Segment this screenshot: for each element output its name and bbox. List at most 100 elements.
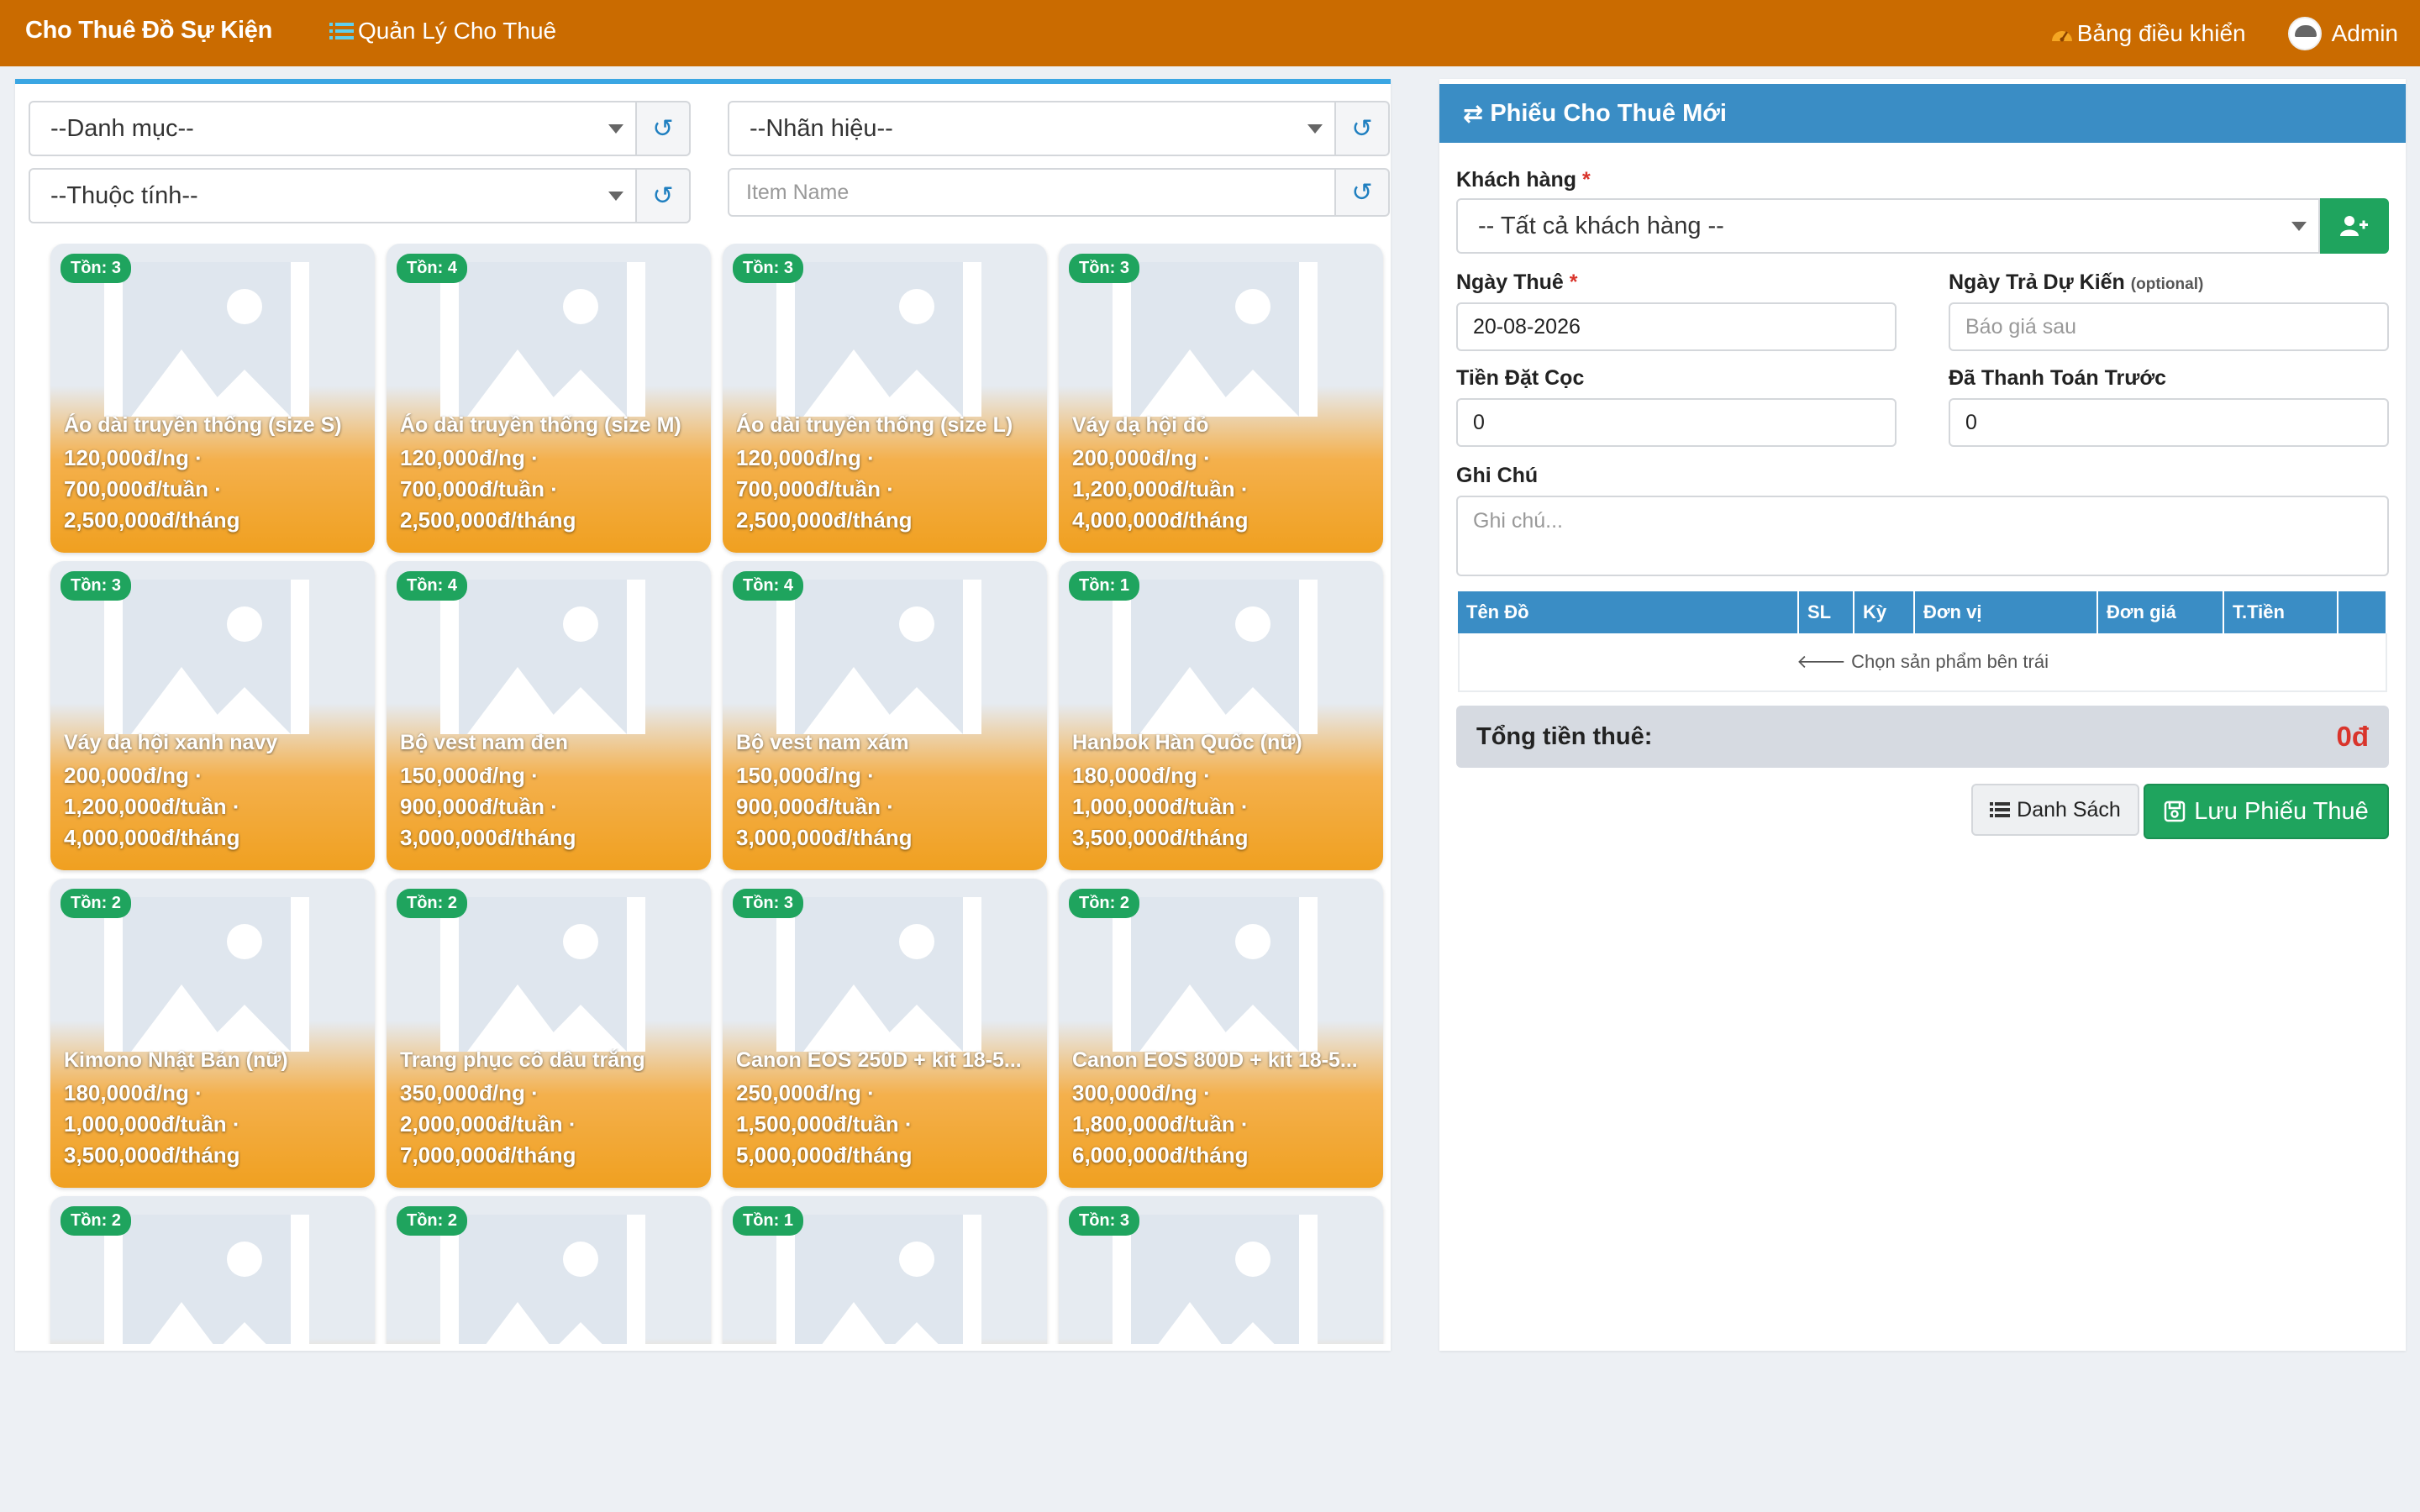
exchange-icon: ⇄ bbox=[1463, 100, 1484, 128]
save-rental-button[interactable]: Lưu Phiếu Thuê bbox=[2144, 784, 2389, 839]
price-per-day: 120,000đ/ng · bbox=[400, 445, 539, 470]
product-card[interactable]: Tồn: 4 Bộ vest nam đen 150,000đ/ng · 900,00… bbox=[387, 561, 711, 870]
price-per-week: 1,800,000đ/tuần · bbox=[1072, 1111, 1249, 1137]
product-card[interactable]: Tồn: 3 Váy dạ hội xanh navy 200,000đ/ng · 1… bbox=[50, 561, 375, 870]
product-card[interactable]: Tồn: 3 Áo dài truyền thống (size L) 120,00… bbox=[723, 244, 1047, 553]
product-card[interactable]: Tồn: 4 Bộ vest nam xám 150,000đ/ng · 900,00… bbox=[723, 561, 1047, 870]
table-empty-row: 🡐 Chọn sản phẩm bên trái bbox=[1458, 633, 2387, 692]
return-date-input[interactable]: Báo giá sau bbox=[1949, 302, 2389, 351]
customer-select[interactable]: -- Tất cả khách hàng -- bbox=[1456, 198, 2320, 254]
customer-label: Khách hàng * bbox=[1456, 168, 1591, 192]
attribute-reset-button[interactable]: ↺ bbox=[637, 168, 691, 223]
item-name-input[interactable]: Item Name bbox=[728, 168, 1336, 217]
price-per-week: 900,000đ/tuần · bbox=[400, 794, 558, 819]
image-placeholder-icon bbox=[440, 1215, 645, 1344]
stock-badge: Tồn: 1 bbox=[733, 1206, 803, 1236]
category-reset-button[interactable]: ↺ bbox=[637, 101, 691, 156]
product-name: Áo dài truyền thống (size M) bbox=[400, 413, 681, 437]
note-textarea[interactable]: Ghi chú... bbox=[1456, 496, 2389, 576]
product-card[interactable]: Tồn: 1 bbox=[723, 1196, 1047, 1344]
stock-badge: Tồn: 2 bbox=[1069, 889, 1139, 918]
total-value: 0đ bbox=[2336, 721, 2369, 752]
image-placeholder-icon bbox=[104, 1215, 309, 1344]
price-per-day: 180,000đ/ng · bbox=[1072, 763, 1211, 788]
price-per-month: 3,500,000đ/tháng bbox=[64, 1142, 240, 1168]
image-placeholder-icon bbox=[104, 897, 309, 1052]
price-per-month: 7,000,000đ/tháng bbox=[400, 1142, 576, 1168]
product-card[interactable]: Tồn: 2 bbox=[387, 1196, 711, 1344]
product-name: Bộ vest nam đen bbox=[400, 731, 569, 754]
product-card[interactable]: Tồn: 2 Kimono Nhật Bản (nữ) 180,000đ/ng · 1… bbox=[50, 879, 375, 1188]
brand-select[interactable]: --Nhãn hiệu-- bbox=[728, 101, 1336, 156]
attribute-select[interactable]: --Thuộc tính-- bbox=[29, 168, 637, 223]
product-grid: Tồn: 3 Áo dài truyền thống (size S) 120,00… bbox=[34, 244, 1391, 1344]
rent-date-input[interactable]: 20-08-2026 bbox=[1456, 302, 1897, 351]
image-placeholder-icon bbox=[104, 580, 309, 734]
product-card[interactable]: Tồn: 3 Áo dài truyền thống (size S) 120,00… bbox=[50, 244, 375, 553]
user-plus-icon bbox=[2340, 216, 2368, 236]
brand-reset-button[interactable]: ↺ bbox=[1336, 101, 1390, 156]
price-per-week: 900,000đ/tuần · bbox=[736, 794, 894, 819]
stock-badge: Tồn: 3 bbox=[60, 254, 131, 283]
product-card[interactable]: Tồn: 4 Áo dài truyền thống (size M) 120,00… bbox=[387, 244, 711, 553]
stock-badge: Tồn: 4 bbox=[397, 254, 467, 283]
list-button[interactable]: Danh Sách bbox=[1971, 784, 2139, 836]
product-name: Canon EOS 250D + kit 18-5... bbox=[736, 1048, 1022, 1072]
price-per-day: 150,000đ/ng · bbox=[736, 763, 875, 788]
price-per-day: 120,000đ/ng · bbox=[736, 445, 875, 470]
nav-dashboard-link[interactable]: Bảng điều khiển bbox=[2050, 20, 2246, 47]
nav-link-rental-management[interactable]: Quản Lý Cho Thuê bbox=[329, 18, 556, 45]
table-empty-text: Chọn sản phẩm bên trái bbox=[1851, 651, 2049, 672]
save-button-label: Lưu Phiếu Thuê bbox=[2194, 797, 2369, 825]
price-per-week: 1,500,000đ/tuần · bbox=[736, 1111, 913, 1137]
price-per-month: 2,500,000đ/tháng bbox=[736, 507, 913, 533]
prepaid-input[interactable]: 0 bbox=[1949, 398, 2389, 447]
product-card[interactable]: Tồn: 3 bbox=[1059, 1196, 1383, 1344]
product-card[interactable]: Tồn: 2 Trang phục cô dâu trắng 350,000đ/ng… bbox=[387, 879, 711, 1188]
product-panel: --Danh mục-- ↺ --Nhãn hiệu-- ↺ --Thuộc t… bbox=[15, 79, 1391, 1351]
image-placeholder-icon bbox=[1113, 897, 1318, 1052]
chevron-down-icon bbox=[1307, 124, 1323, 134]
form-header: ⇄ Phiếu Cho Thuê Mới bbox=[1439, 84, 2406, 143]
product-card[interactable]: Tồn: 3 Váy dạ hội đỏ 200,000đ/ng · 1,200,00… bbox=[1059, 244, 1383, 553]
rental-items-table-header: Tên Đồ SL Kỳ Đơn vị Đơn giá T.Tiền bbox=[1458, 591, 2387, 633]
product-card[interactable]: Tồn: 2 Canon EOS 800D + kit 18-5... 300,00… bbox=[1059, 879, 1383, 1188]
price-per-month: 4,000,000đ/tháng bbox=[64, 825, 240, 850]
stock-badge: Tồn: 2 bbox=[60, 1206, 131, 1236]
stock-badge: Tồn: 2 bbox=[397, 1206, 467, 1236]
table-column-header: T.Tiền bbox=[2224, 591, 2338, 633]
refresh-icon: ↺ bbox=[1351, 114, 1373, 143]
product-name: Váy dạ hội xanh navy bbox=[64, 731, 278, 754]
product-name: Áo dài truyền thống (size S) bbox=[64, 413, 342, 437]
dashboard-label: Bảng điều khiển bbox=[2076, 20, 2246, 46]
brand-title[interactable]: Cho Thuê Đồ Sự Kiện bbox=[25, 17, 272, 45]
image-placeholder-icon bbox=[104, 262, 309, 417]
image-placeholder-icon bbox=[776, 580, 981, 734]
return-date-label: Ngày Trả Dự Kiến (optional) bbox=[1949, 270, 2204, 294]
price-per-month: 4,000,000đ/tháng bbox=[1072, 507, 1249, 533]
chevron-down-icon bbox=[608, 192, 623, 201]
total-bar: Tổng tiền thuê: 0đ bbox=[1456, 706, 2389, 768]
category-select[interactable]: --Danh mục-- bbox=[29, 101, 637, 156]
user-name[interactable]: Admin bbox=[2332, 20, 2398, 47]
price-per-day: 300,000đ/ng · bbox=[1072, 1080, 1211, 1105]
product-card[interactable]: Tồn: 1 Hanbok Hàn Quốc (nữ) 180,000đ/ng · 1… bbox=[1059, 561, 1383, 870]
item-name-reset-button[interactable]: ↺ bbox=[1336, 168, 1390, 217]
product-card[interactable]: Tồn: 2 bbox=[50, 1196, 375, 1344]
add-customer-button[interactable] bbox=[2320, 198, 2389, 254]
rental-form-panel: ⇄ Phiếu Cho Thuê Mới Khách hàng * -- Tất… bbox=[1439, 79, 2406, 1351]
refresh-icon: ↺ bbox=[652, 181, 674, 210]
product-name: Áo dài truyền thống (size L) bbox=[736, 413, 1013, 437]
stock-badge: Tồn: 3 bbox=[733, 254, 803, 283]
price-per-month: 5,000,000đ/tháng bbox=[736, 1142, 913, 1168]
table-column-header: Tên Đồ bbox=[1458, 591, 1799, 633]
price-per-month: 6,000,000đ/tháng bbox=[1072, 1142, 1249, 1168]
top-navbar: Cho Thuê Đồ Sự Kiện Quản Lý Cho Thuê Bản… bbox=[0, 0, 2420, 66]
table-column-header: Kỳ bbox=[1854, 591, 1915, 633]
product-card[interactable]: Tồn: 3 Canon EOS 250D + kit 18-5... 250,00… bbox=[723, 879, 1047, 1188]
product-name: Bộ vest nam xám bbox=[736, 731, 909, 754]
deposit-input[interactable]: 0 bbox=[1456, 398, 1897, 447]
refresh-icon: ↺ bbox=[652, 114, 674, 143]
price-per-day: 200,000đ/ng · bbox=[64, 763, 203, 788]
user-avatar[interactable] bbox=[2287, 17, 2322, 50]
